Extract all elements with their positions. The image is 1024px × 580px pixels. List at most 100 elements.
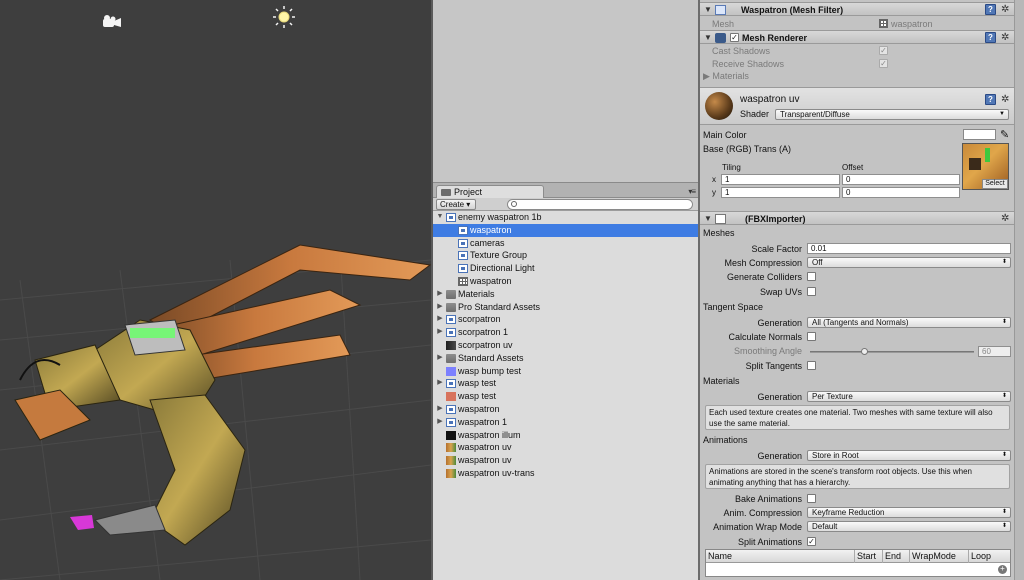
foldout-right-icon[interactable]: ▶ [436,352,444,365]
animation-clips-table: Name Start End WrapMode Loop + [705,549,1011,577]
tangent-generation-dropdown[interactable]: All (Tangents and Normals) ⬍ [807,317,1011,328]
help-icon[interactable]: ? [985,4,996,15]
project-tree-item[interactable]: ▶ Materials [433,288,698,301]
smoothing-angle-slider[interactable] [810,351,974,353]
project-tree-item[interactable]: waspatron [433,223,698,237]
tangent-generation-value: All (Tangents and Normals) [812,318,909,327]
column-header-name[interactable]: Name [706,550,854,563]
cast-shadows-checkbox[interactable]: ✓ [879,46,888,55]
smoothing-angle-field[interactable]: 60 [978,346,1011,357]
gear-icon[interactable]: ✲ [1001,214,1011,224]
tiling-x-field[interactable]: 1 [721,174,840,185]
gear-icon[interactable]: ✲ [1001,95,1011,105]
project-tree-item[interactable]: ▶ wasp test [433,377,698,390]
search-input[interactable] [507,199,693,210]
project-tree-item[interactable]: ▶ Standard Assets [433,352,698,365]
mesh-renderer-enabled-checkbox[interactable]: ✓ [730,33,739,42]
foldout-down-icon[interactable]: ▼ [704,214,712,223]
generate-colliders-label: Generate Colliders [726,272,802,282]
foldout-down-icon[interactable]: ▼ [704,33,712,42]
gear-icon[interactable]: ✲ [1001,5,1011,15]
project-tree-item[interactable]: waspatron [433,275,698,288]
create-dropdown[interactable]: Create ▾ [436,199,476,210]
camera-gizmo-icon[interactable] [103,15,121,27]
tex-orange-icon [446,443,456,453]
foldout-right-icon[interactable]: ▶ [436,416,444,429]
wasp-model[interactable] [14,244,431,546]
column-header-wrapmode[interactable]: WrapMode [909,550,968,563]
project-tree-item[interactable]: waspatron uv [433,441,698,454]
column-header-loop[interactable]: Loop [968,550,1010,563]
split-tangents-checkbox[interactable] [807,361,816,370]
materials-foldout[interactable]: ▶ Materials [703,70,749,82]
column-header-start[interactable]: Start [854,550,882,563]
fbx-importer-header[interactable]: ▼ (FBXImporter) ✲ [700,211,1024,225]
project-tree-item[interactable]: Directional Light [433,262,698,275]
animations-generation-dropdown[interactable]: Store in Root ⬍ [807,450,1011,461]
mesh-compression-dropdown[interactable]: Off ⬍ [807,257,1011,268]
wrap-mode-dropdown[interactable]: Default ⬍ [807,521,1011,532]
mesh-label: Mesh [712,19,735,29]
project-tree-item-label: waspatron illum [458,429,521,440]
scale-factor-field[interactable]: 0.01 [807,243,1011,254]
split-animations-checkbox[interactable]: ✓ [807,537,816,546]
project-tree-item[interactable]: ▶ scorpatron 1 [433,326,698,339]
scene-view[interactable] [0,0,431,580]
mesh-field[interactable]: waspatron [891,18,933,30]
help-icon[interactable]: ? [985,94,996,105]
eyedropper-icon[interactable]: ✎ [1000,128,1009,141]
base-texture-slot[interactable]: Select [962,143,1009,190]
mesh-filter-header[interactable]: ▼ Waspatron (Mesh Filter) ? ✲ [700,2,1024,16]
inspector-scrollbar[interactable] [1014,0,1024,580]
project-tree-item[interactable]: ▶ waspatron [433,403,698,416]
project-tree-item[interactable]: Texture Group [433,249,698,262]
project-tree-item-label: scorpatron 1 [458,327,509,338]
project-tree-item[interactable]: waspatron illum [433,429,698,442]
calculate-normals-checkbox[interactable] [807,332,816,341]
bake-animations-checkbox[interactable] [807,494,816,503]
offset-x-field[interactable]: 0 [842,174,960,185]
anim-compression-dropdown[interactable]: Keyframe Reduction ⬍ [807,507,1011,518]
generate-colliders-checkbox[interactable] [807,272,816,281]
project-tree-item[interactable]: wasp test [433,390,698,403]
materials-generation-dropdown[interactable]: Per Texture ⬍ [807,391,1011,402]
slider-thumb[interactable] [861,348,869,355]
project-tree-item[interactable]: wasp bump test [433,365,698,378]
project-tree-item[interactable]: cameras [433,237,698,250]
foldout-right-icon[interactable]: ▶ [436,326,444,339]
offset-y-field[interactable]: 0 [842,187,960,198]
project-tree-item-label: waspatron uv [458,455,512,466]
light-gizmo-icon[interactable] [273,6,295,28]
foldout-right-icon[interactable]: ▶ [436,403,444,416]
project-tree-item-label: Materials [458,288,495,299]
project-tree-item[interactable]: scorpatron uv [433,339,698,352]
meshes-section-title: Meshes [703,228,735,238]
texture-detail [985,148,990,162]
foldout-right-icon[interactable]: ▶ [436,288,444,301]
receive-shadows-checkbox[interactable]: ✓ [879,59,888,68]
foldout-down-icon[interactable]: ▼ [704,5,712,14]
foldout-right-icon[interactable]: ▶ [436,377,444,390]
panel-menu-icon[interactable]: ▾≡ [688,187,696,196]
select-texture-button[interactable]: Select [982,179,1008,189]
tab-project[interactable]: Project [436,185,544,198]
gear-icon[interactable]: ✲ [1001,33,1011,43]
foldout-right-icon[interactable]: ▶ [436,301,444,314]
add-clip-icon[interactable]: + [998,565,1007,574]
project-tree-item[interactable]: ▼ enemy waspatron 1b [433,211,698,224]
foldout-right-icon[interactable]: ▶ [436,313,444,326]
mesh-renderer-header[interactable]: ▼ ✓ Mesh Renderer ? ✲ [700,30,1024,44]
project-tree-item[interactable]: ▶ waspatron 1 [433,416,698,429]
help-icon[interactable]: ? [985,32,996,43]
tiling-y-field[interactable]: 1 [721,187,840,198]
swap-uvs-checkbox[interactable] [807,287,816,296]
shader-dropdown[interactable]: Transparent/Diffuse ▼ [775,109,1009,120]
project-tree-item[interactable]: waspatron uv [433,454,698,467]
column-header-end[interactable]: End [882,550,909,563]
shader-value: Transparent/Diffuse [780,110,850,119]
main-color-swatch[interactable] [963,129,996,140]
project-tree-item[interactable]: ▶ scorpatron [433,313,698,326]
project-tree-item[interactable]: ▶ Pro Standard Assets [433,301,698,314]
foldout-down-icon[interactable]: ▼ [436,211,444,224]
project-tree-item[interactable]: waspatron uv-trans [433,467,698,480]
